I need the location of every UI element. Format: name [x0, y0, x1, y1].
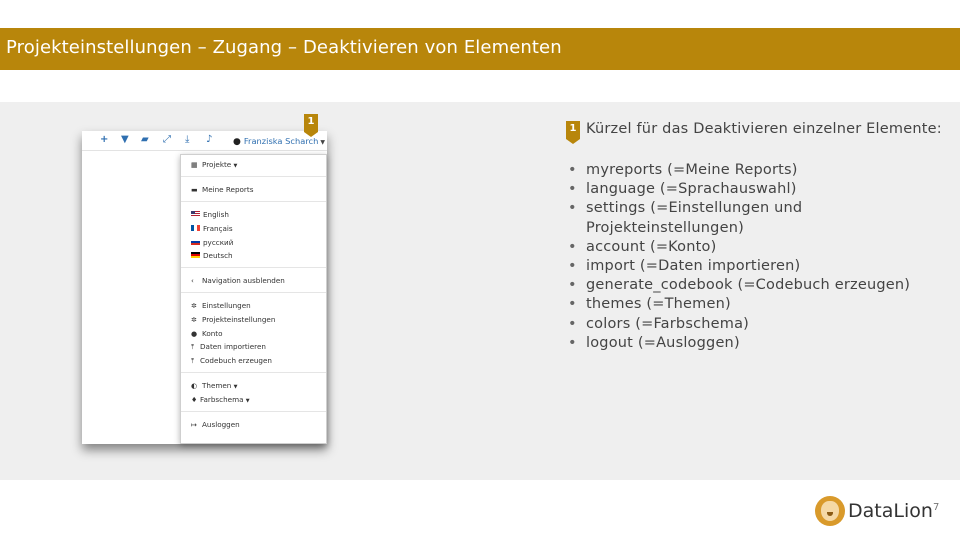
us-flag-icon: [191, 211, 200, 217]
list-item: generate_codebook (=Codebuch erzeugen): [568, 276, 948, 295]
menu-item-my-reports[interactable]: ▬ Meine Reports: [191, 185, 253, 195]
expand-icon[interactable]: ⤢: [163, 134, 171, 146]
user-name: Franziska Scharch: [243, 136, 319, 146]
shortcut-list: myreports (=Meine Reports) language (=Sp…: [568, 161, 948, 353]
gear-icon: ✲: [191, 316, 197, 324]
menu-item-label: Français: [203, 224, 233, 233]
upload-icon: ⤒: [191, 357, 195, 365]
app-screenshot: + ▼ ▰ ⤢ ⤓ ♪ ● Franziska Scharch ▼ ▦ Projekt…: [82, 131, 327, 444]
list-item: myreports (=Meine Reports): [568, 161, 948, 180]
user-icon: ●: [233, 137, 241, 147]
menu-item-label: Daten importieren: [200, 342, 266, 351]
menu-divider: [181, 176, 326, 177]
menu-divider: [181, 372, 326, 373]
grid-icon: ▦: [191, 161, 198, 169]
sign-out-icon: ↦: [191, 421, 197, 429]
list-item: account (=Konto): [568, 238, 948, 257]
menu-divider: [181, 201, 326, 202]
menu-item-projects[interactable]: ▦ Projekte ▼: [191, 160, 237, 171]
list-item: settings (=Einstellungen und Projekteins…: [568, 199, 948, 237]
menu-item-label: Projekte: [202, 160, 232, 169]
plus-icon[interactable]: +: [100, 134, 108, 146]
menu-divider: [181, 267, 326, 268]
menu-item-label: Einstellungen: [202, 301, 251, 310]
contrast-icon: ◐: [191, 382, 198, 390]
menu-item-label: Themen: [202, 381, 232, 390]
menu-item-label: Projekteinstellungen: [202, 315, 276, 324]
menu-item-import-data[interactable]: ⤒ Daten importieren: [191, 342, 266, 352]
filter-icon[interactable]: ▼: [121, 134, 129, 146]
ru-flag-icon: [191, 239, 200, 245]
menu-item-label: русский: [203, 238, 234, 247]
list-item: import (=Daten importieren): [568, 257, 948, 276]
app-toolbar: + ▼ ▰ ⤢ ⤓ ♪ ● Franziska Scharch ▼: [82, 131, 327, 151]
menu-item-themes[interactable]: ◐ Themen ▼: [191, 381, 238, 392]
menu-item-language-russian[interactable]: русский: [191, 238, 233, 248]
chevron-left-icon: ‹: [191, 277, 194, 285]
caret-down-icon: ▼: [320, 139, 325, 146]
title-bar: Projekteinstellungen – Zugang – Deaktivi…: [0, 28, 960, 70]
list-item: logout (=Ausloggen): [568, 334, 948, 353]
menu-divider: [181, 292, 326, 293]
menu-item-label: Codebuch erzeugen: [200, 356, 272, 365]
menu-item-settings[interactable]: ✲ Einstellungen: [191, 301, 251, 311]
menu-item-language-german[interactable]: Deutsch: [191, 251, 233, 261]
callout-marker: 1: [304, 114, 318, 137]
lion-logo-icon: [815, 496, 845, 526]
menu-item-account[interactable]: ● Konto: [191, 329, 223, 339]
folder-open-icon[interactable]: ▰: [141, 134, 149, 146]
fr-flag-icon: [191, 225, 200, 231]
menu-item-label: Farbschema: [200, 395, 244, 404]
menu-item-label: Ausloggen: [202, 420, 240, 429]
menu-item-colors[interactable]: ♦ Farbschema ▼: [191, 395, 250, 406]
de-flag-icon: [191, 252, 200, 258]
caret-down-icon: ▼: [233, 163, 238, 169]
list-item: themes (=Themen): [568, 295, 948, 314]
slide-title: Projekteinstellungen – Zugang – Deaktivi…: [6, 37, 562, 58]
menu-item-hide-navigation[interactable]: ‹ Navigation ausblenden: [191, 276, 285, 286]
menu-item-label: Navigation ausblenden: [202, 276, 285, 285]
menu-item-language-french[interactable]: Français: [191, 224, 233, 234]
menu-item-label: English: [203, 210, 229, 219]
menu-divider: [181, 411, 326, 412]
menu-item-label: Deutsch: [203, 251, 233, 260]
upload-icon: ⤒: [191, 343, 195, 351]
callout-marker: 1: [566, 121, 580, 144]
download-icon[interactable]: ⤓: [185, 134, 189, 146]
gear-icon: ✲: [191, 302, 197, 310]
caret-down-icon: ▼: [245, 398, 250, 404]
menu-item-label: Konto: [202, 329, 223, 338]
menu-item-label: Meine Reports: [202, 185, 254, 194]
droplet-icon: ♦: [191, 396, 198, 404]
menu-item-logout[interactable]: ↦ Ausloggen: [191, 420, 240, 430]
shortcut-description: Kürzel für das Deaktivieren einzelner El…: [586, 121, 942, 137]
menu-item-language-english[interactable]: English: [191, 210, 229, 220]
list-item: colors (=Farbschema): [568, 315, 948, 334]
user-icon: ●: [191, 330, 198, 338]
menu-item-project-settings[interactable]: ✲ Projekteinstellungen: [191, 315, 275, 325]
menu-item-generate-codebook[interactable]: ⤒ Codebuch erzeugen: [191, 356, 272, 366]
user-dropdown-menu: ▦ Projekte ▼ ▬ Meine Reports English Franç…: [180, 154, 327, 444]
logo-text: DataLion: [848, 500, 933, 522]
caret-down-icon: ▼: [233, 384, 238, 390]
list-item: language (=Sprachauswahl): [568, 180, 948, 199]
folder-icon: ▬: [191, 186, 198, 194]
page-number: 7: [933, 502, 940, 513]
bell-icon[interactable]: ♪: [206, 134, 212, 146]
